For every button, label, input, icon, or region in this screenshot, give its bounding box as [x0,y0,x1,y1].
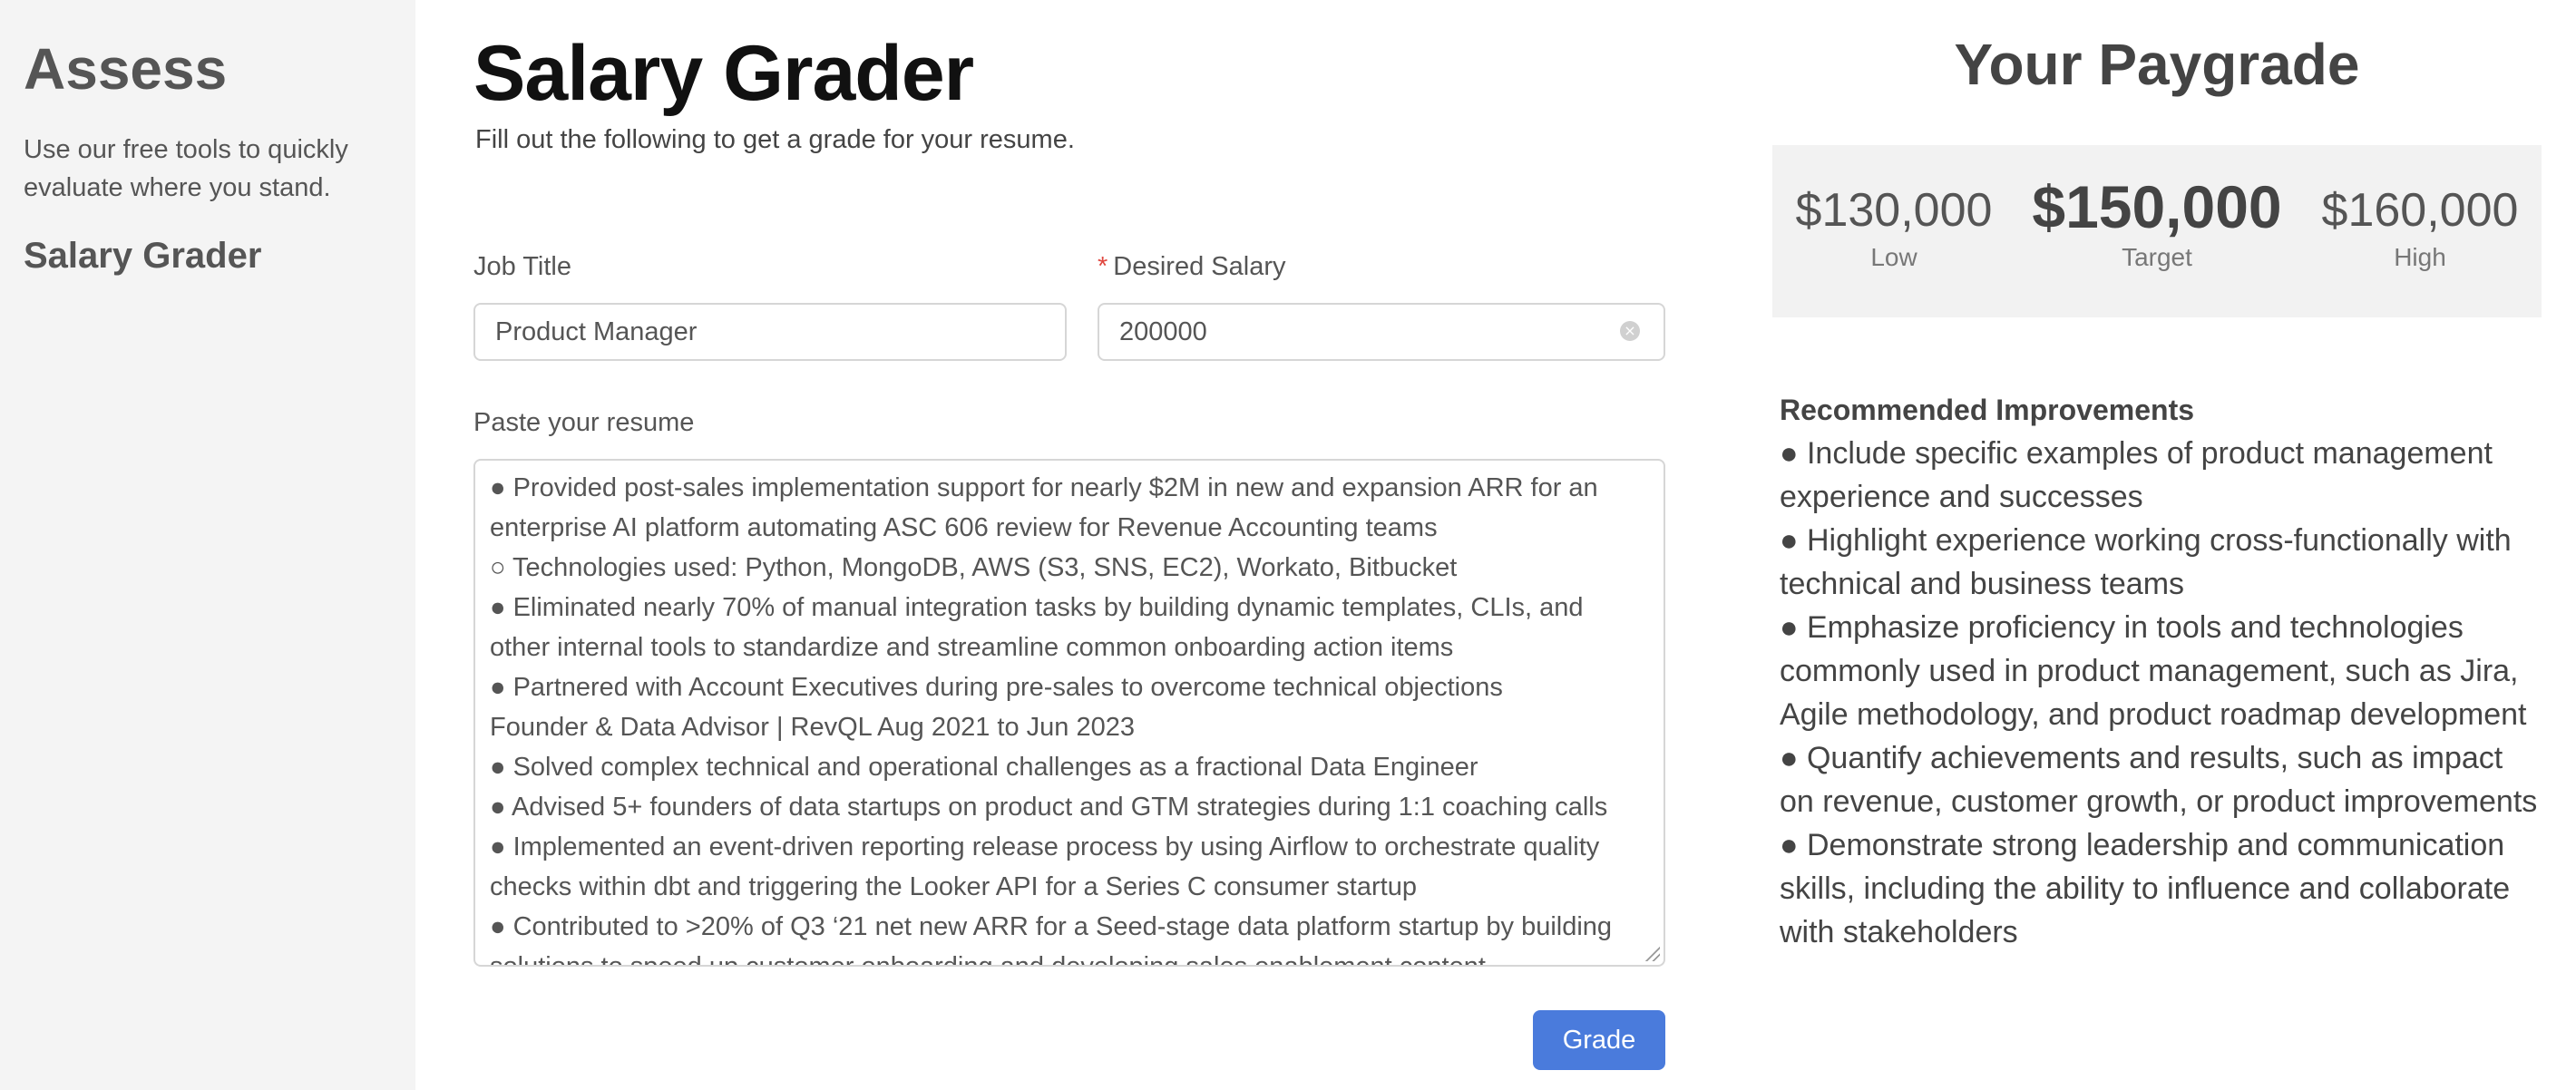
resume-label: Paste your resume [473,408,695,437]
paygrade-summary: $130,000 Low $150,000 Target $160,000 Hi… [1772,145,2542,317]
job-title-label: Job Title [473,252,571,281]
sidebar-title: Assess [24,36,228,102]
page-subtitle: Fill out the following to get a grade fo… [475,125,1075,154]
high-amount: $160,000 [2321,184,2519,237]
recommended-improvements: Recommended Improvements ● Include speci… [1780,388,2542,954]
resume-line: ● Advised 5+ founders of data startups o… [490,793,1608,822]
paygrade-panel: Your Paygrade $130,000 Low $150,000 Targ… [1772,0,2542,1090]
resume-line: ● Partnered with Account Executives duri… [490,673,1503,702]
sidebar: Assess Use our free tools to quickly eva… [0,0,415,1090]
job-title-input[interactable] [473,303,1067,361]
clear-icon[interactable]: × [1620,321,1640,341]
resume-line: ● Provided post-sales implementation sup… [490,473,1598,502]
resize-grip-icon[interactable] [1644,945,1660,961]
resume-line: ● Contributed to >20% of Q3 ‘21 net new … [490,912,1613,941]
resume-line: other internal tools to standardize and … [490,633,1454,662]
resume-line: ● Solved complex technical and operation… [490,753,1478,782]
sidebar-item-salary-grader[interactable]: Salary Grader [24,236,392,277]
target-amount: $150,000 [2032,173,2282,240]
desired-salary-label-text: Desired Salary [1113,252,1286,281]
resume-line: Founder & Data Advisor | RevQL Aug 2021 … [490,713,1135,742]
grade-button[interactable]: Grade [1533,1010,1665,1070]
required-asterisk: * [1098,252,1108,281]
desired-salary-label: * Desired Salary [1098,252,1285,282]
resume-line: ● Implemented an event-driven reporting … [490,832,1600,861]
resume-line: ● Eliminated nearly 70% of manual integr… [490,593,1584,622]
resume-line: solutions to speed up customer onboardin… [490,952,1486,967]
low-amount: $130,000 [1795,184,1993,237]
improvement-item: ● Highlight experience working cross-fun… [1780,523,2512,601]
improvement-item: ● Quantify achievements and results, suc… [1780,741,2538,819]
resume-textarea[interactable]: ● Provided post-sales implementation sup… [473,459,1665,967]
resume-line: enterprise AI platform automating ASC 60… [490,513,1438,542]
sidebar-blurb: Use our free tools to quickly evaluate w… [24,135,348,202]
improvement-item: ● Include specific examples of product m… [1780,436,2493,514]
desired-salary-input[interactable] [1098,303,1665,361]
paygrade-target: $150,000 Target [2030,172,2284,272]
high-label: High [2394,243,2446,271]
improvement-item: ● Demonstrate strong leadership and comm… [1780,828,2511,949]
resume-line: ○ Technologies used: Python, MongoDB, AW… [490,553,1458,582]
improvement-item: ● Emphasize proficiency in tools and tec… [1780,610,2527,732]
paygrade-title: Your Paygrade [1954,32,2360,97]
resume-line: checks within dbt and triggering the Loo… [490,872,1417,901]
low-label: Low [1870,243,1917,271]
paygrade-low: $130,000 Low [1767,183,2021,272]
paygrade-high: $160,000 High [2293,183,2547,272]
target-label: Target [2122,243,2192,271]
improvements-heading: Recommended Improvements [1780,394,2195,426]
page-title: Salary Grader [473,30,974,117]
main-panel: Salary Grader Fill out the following to … [473,0,1665,1090]
